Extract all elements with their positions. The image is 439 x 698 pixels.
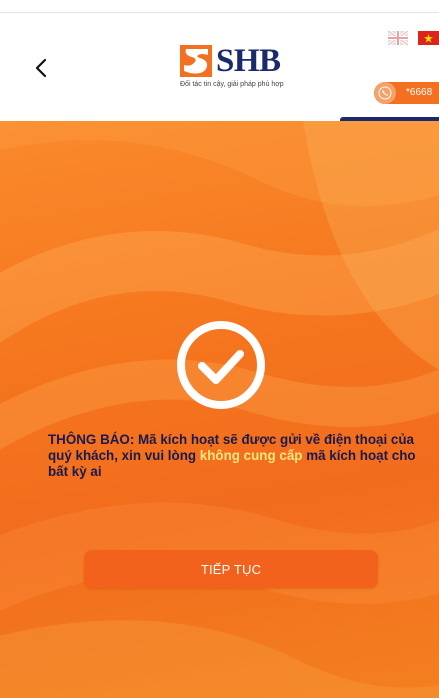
content-background: THÔNG BÁO: Mã kích hoạt sẽ được gửi về đ… [0,121,439,698]
back-button[interactable] [26,53,56,83]
continue-button[interactable]: TIẾP TỤC [84,550,378,588]
shb-logo: SHB Đối tác tin cậy, giải pháp phù hợp [176,43,296,93]
notice-highlight: không cung cấp [199,448,303,463]
star-icon [424,33,433,43]
logo-text: SHB [216,43,281,79]
en-flag-icon[interactable] [388,31,408,45]
shb-logo-mark [180,45,212,77]
logo-tagline: Đối tác tin cậy, giải pháp phù hợp [180,81,284,88]
app-header: SHB Đối tác tin cậy, giải pháp phù hợp *… [0,13,439,120]
hotline-number: *6668 [406,87,433,98]
check-circle-icon [177,321,265,409]
activation-notice-text: THÔNG BÁO: Mã kích hoạt sẽ được gửi về đ… [48,432,428,480]
hotline-button[interactable]: *6668 [374,82,439,104]
phone-icon [374,82,396,104]
vn-flag-icon[interactable] [418,31,439,45]
chevron-left-icon [35,58,47,78]
continue-button-label: TIẾP TỤC [200,561,262,577]
activation-notice-screen: SHB Đối tác tin cậy, giải pháp phù hợp *… [0,0,439,698]
